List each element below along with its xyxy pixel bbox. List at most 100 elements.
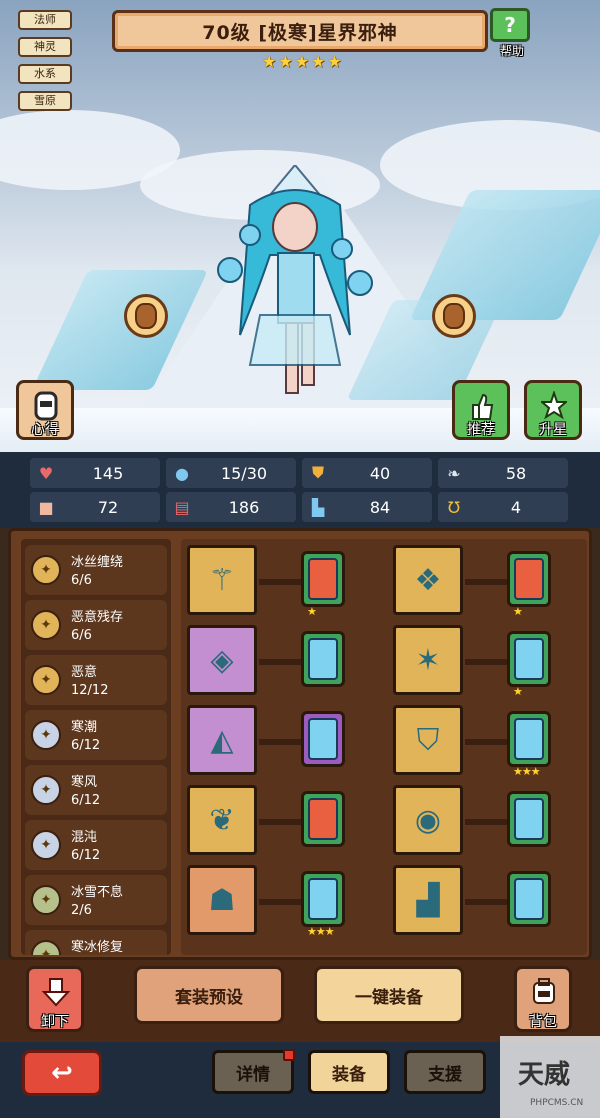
equipment-slot[interactable]: ◭ [187,705,257,775]
gem-star-rating: ★ [307,605,317,618]
notes-label: 心得 [31,422,59,438]
gem-socket[interactable] [301,871,345,927]
slot-connector [465,819,513,825]
gem-socket[interactable] [507,711,551,767]
gem-star-rating: ★★★ [307,925,335,938]
gem-socket[interactable] [507,551,551,607]
help-label: 帮助 [499,44,524,58]
thumbs-up-icon [472,393,494,420]
set-bonus-item[interactable]: ✦ 寒冰修复 [25,930,167,955]
equipment-icon: ✶ [415,642,441,678]
tab-label: 装备 [332,1064,366,1085]
slot-connector [259,579,307,585]
equipment-slot[interactable]: ❖ [393,545,463,615]
set-name: 寒风 [71,775,98,790]
watermark-logo: 天威 [518,1060,571,1090]
equipment-slot[interactable]: ❦ [187,785,257,855]
gem-socket[interactable] [301,791,345,847]
gem-icon [514,558,544,600]
set-emblem-icon: ✦ [31,610,61,640]
back-button[interactable]: ↩ [22,1050,102,1096]
set-bonus-item[interactable]: ✦ 混沌 6/12 [25,820,167,870]
equipment-slot[interactable]: ◈ [187,625,257,695]
tab-support[interactable]: 支援 [404,1050,486,1094]
set-count: 6/6 [71,628,92,643]
equipment-icon: ❖ [414,562,442,598]
gem-icon [308,718,338,760]
rune-slot-right[interactable] [432,294,476,338]
equipment-slot[interactable]: ⛉ [393,705,463,775]
gem-socket[interactable] [507,871,551,927]
arrow-down-icon [41,978,71,1007]
bag-button[interactable]: 背包 [514,966,572,1032]
tag-element: 水系 [18,64,72,84]
recommend-label: 推荐 [467,422,495,438]
equipment-icon: ☗ [208,882,236,918]
set-emblem-icon: ✦ [31,940,61,955]
stat-magic: ▤ 186 [166,492,296,522]
set-bonus-item[interactable]: ✦ 寒潮 6/12 [25,710,167,760]
tag-race: 神灵 [18,37,72,57]
slot-connector [259,659,307,665]
watermark-url: PHPCMS.CN [530,1098,584,1108]
gem-icon [308,638,338,680]
set-bonus-item[interactable]: ✦ 恶意 12/12 [25,655,167,705]
set-bonus-list[interactable]: ✦ 冰丝缠绕 6/6 ✦ 恶意残存 6/6 ✦ 恶意 12/12 ✦ 寒潮 6/12 ✦ 寒风 6/12 ✦ 混… [21,539,171,955]
gem-star-rating: ★★★ [513,765,541,778]
backpack-icon [533,978,555,1004]
gem-socket[interactable] [301,551,345,607]
tab-equipment[interactable]: 装备 [308,1050,390,1094]
equipment-icon: ◉ [414,802,442,838]
unload-label: 卸下 [41,1014,69,1030]
set-count: 6/12 [71,793,101,808]
equipment-slot[interactable]: ⚚ [187,545,257,615]
equipment-icon: ⚚ [208,562,236,598]
equipment-slot[interactable]: ☗ [187,865,257,935]
set-name: 寒冰修复 [71,940,124,955]
shield-icon: ⛊ [311,463,324,482]
bag-label: 背包 [529,1014,557,1030]
unload-button[interactable]: 卸下 [26,966,84,1032]
set-preset-button[interactable]: 套装预设 [134,966,284,1024]
stat-agility: ❧ 58 [438,458,568,488]
equip-all-button[interactable]: 一键装备 [314,966,464,1024]
set-count: 12/12 [71,683,109,698]
stat-luck: Ʊ4 [438,492,568,522]
set-count: 6/12 [71,738,101,753]
equipment-slot[interactable]: ▟ [393,865,463,935]
help-button[interactable]: ? 帮助 [490,8,534,58]
upstar-button[interactable]: 升星 [524,380,582,440]
water-drop-icon: ● [175,463,189,483]
rune-slot-left[interactable] [124,294,168,338]
stat-value: 72 [97,497,119,517]
set-bonus-item[interactable]: ✦ 寒风 6/12 [25,765,167,815]
gem-icon [308,558,338,600]
notes-button[interactable]: 心得 [16,380,74,440]
question-icon: ? [490,8,530,42]
set-name: 冰雪不息 [71,885,124,900]
return-arrow-icon: ↩ [51,1058,73,1088]
gem-socket[interactable] [507,791,551,847]
set-name: 恶意残存 [71,610,124,625]
slot-connector [465,579,513,585]
set-emblem-icon: ✦ [31,720,61,750]
recommend-button[interactable]: 推荐 [452,380,510,440]
set-emblem-icon: ✦ [31,665,61,695]
gem-socket[interactable] [507,631,551,687]
gem-icon [514,718,544,760]
tab-details[interactable]: 详情 [212,1049,295,1094]
set-bonus-item[interactable]: ✦ 冰雪不息 2/6 [25,875,167,925]
gem-star-rating: ★ [513,685,523,698]
star-icon: ★ [262,52,277,71]
gem-socket[interactable] [301,631,345,687]
gem-star-rating: ★ [513,605,523,618]
gem-icon [514,798,544,840]
star-up-icon [541,391,567,420]
equipment-slot[interactable]: ◉ [393,785,463,855]
set-bonus-item[interactable]: ✦ 恶意残存 6/6 [25,600,167,650]
gem-socket[interactable] [301,711,345,767]
equipment-panel: ✦ 冰丝缠绕 6/6 ✦ 恶意残存 6/6 ✦ 恶意 12/12 ✦ 寒潮 6/12 ✦ 寒风 6/12 ✦ 混… [8,528,592,960]
equipment-slot[interactable]: ✶ [393,625,463,695]
set-bonus-item[interactable]: ✦ 冰丝缠绕 6/6 [25,545,167,595]
equipment-icon: ⛉ [416,722,440,758]
